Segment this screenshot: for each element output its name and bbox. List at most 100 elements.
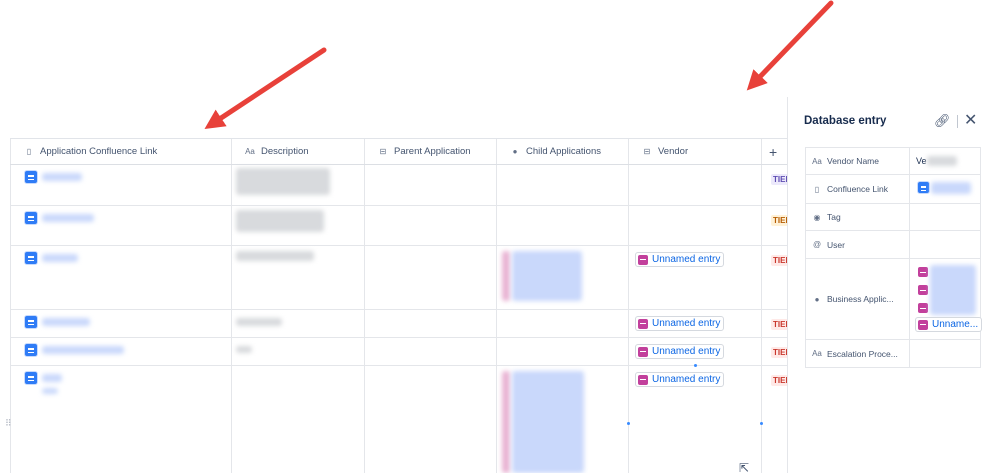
- page-icon: [917, 181, 930, 194]
- database-entry-icon: [918, 285, 928, 295]
- business-application-chip[interactable]: Unname...: [915, 317, 983, 332]
- tag-value[interactable]: [910, 204, 980, 230]
- redacted-link[interactable]: [42, 346, 124, 354]
- field-label: User: [827, 239, 845, 250]
- redacted-link[interactable]: [42, 374, 62, 382]
- cell-resize-dot[interactable]: [694, 364, 697, 367]
- field-label: Vendor Name: [827, 156, 879, 166]
- database-entry-icon: [918, 267, 928, 277]
- field-label: Confluence Link: [827, 184, 888, 194]
- page-icon[interactable]: [24, 170, 38, 184]
- plus-icon: +: [769, 143, 778, 160]
- relation-icon: ⊟: [379, 147, 387, 156]
- text-icon: Aa: [812, 156, 822, 166]
- vendor-chip[interactable]: Unnamed entry: [635, 316, 725, 331]
- vendor-chip[interactable]: Unnamed entry: [635, 252, 725, 267]
- redacted-link[interactable]: [42, 388, 58, 394]
- redacted-child-chips[interactable]: [512, 251, 582, 301]
- field-label-cell: ▯ Confluence Link: [806, 175, 910, 203]
- field-label-cell: Aa Escalation Proce...: [806, 340, 910, 367]
- relation-icon: ⊟: [643, 147, 651, 156]
- page-icon: ▯: [26, 147, 32, 156]
- redacted-child-chips[interactable]: [502, 371, 510, 473]
- cell-resize-dot[interactable]: [627, 422, 630, 425]
- redacted-child-chips[interactable]: [502, 251, 510, 301]
- redacted-description: [236, 318, 282, 326]
- page-icon: ▯: [814, 184, 820, 194]
- column-header-label: Application Confluence Link: [40, 146, 158, 157]
- vendor-chip[interactable]: Unnamed entry: [635, 372, 725, 387]
- cell-resize-dot[interactable]: [760, 422, 763, 425]
- redacted-child-chips[interactable]: [512, 371, 584, 473]
- redacted-link[interactable]: [42, 173, 82, 181]
- database-table: ▯ Application Confluence Link Aa Descrip…: [10, 138, 794, 473]
- redacted-description: [236, 251, 314, 261]
- right-arrow: [746, 0, 834, 91]
- redacted-link[interactable]: [931, 182, 971, 194]
- vendor-chip-label: Unnamed entry: [652, 346, 721, 357]
- field-row-user: @ User: [806, 231, 980, 259]
- vendor-chip-label: Unnamed entry: [652, 318, 721, 329]
- database-entry-icon: [638, 374, 648, 385]
- entry-fields-table: Aa Vendor Name Ve ▯ Confluence Link ◉ Ta…: [805, 147, 983, 368]
- redacted-link[interactable]: [42, 214, 94, 222]
- text-icon: Aa: [245, 147, 255, 156]
- page-icon[interactable]: [24, 251, 38, 265]
- grid-line: [496, 138, 497, 473]
- back-relation-icon: ●: [814, 294, 820, 304]
- column-header-label: Parent Application: [394, 146, 471, 157]
- redacted-description: [236, 210, 324, 232]
- vendor-chip[interactable]: Unnamed entry: [635, 344, 725, 359]
- database-entry-icon: [918, 303, 928, 313]
- redacted-link[interactable]: [42, 318, 90, 326]
- user-value[interactable]: [910, 231, 980, 258]
- mouse-cursor-icon: ⇱: [739, 461, 750, 473]
- at-icon: @: [812, 240, 822, 249]
- database-entry-icon: [638, 346, 648, 357]
- field-label: Tag: [827, 212, 841, 222]
- vendor-name-value[interactable]: Ve: [910, 148, 980, 174]
- field-row-business-applications: ● Business Applic... Unname...: [806, 259, 983, 340]
- page-icon[interactable]: [24, 343, 38, 357]
- grid-line: [364, 138, 365, 473]
- close-icon[interactable]: ✕: [964, 110, 977, 130]
- field-label-cell: Aa Vendor Name: [806, 148, 910, 174]
- add-column-button[interactable]: +: [761, 138, 787, 165]
- redacted-link[interactable]: [42, 254, 78, 262]
- column-header-vendor[interactable]: ⊟ Vendor: [628, 138, 761, 165]
- page-icon[interactable]: [24, 315, 38, 329]
- page-icon[interactable]: [24, 211, 38, 225]
- field-row-escalation-process: Aa Escalation Proce...: [806, 340, 980, 367]
- escalation-process-value[interactable]: [910, 340, 980, 367]
- link-icon[interactable]: 🔗︎: [934, 113, 951, 129]
- text-icon: Aa: [812, 349, 822, 358]
- column-header-label: Vendor: [658, 146, 689, 157]
- redacted-value: [927, 156, 957, 166]
- database-entry-panel: Database entry 🔗︎ ✕ Aa Vendor Name Ve ▯ …: [787, 97, 999, 473]
- tag-icon: ◉: [813, 212, 821, 222]
- chip-label: Unname...: [932, 319, 979, 330]
- column-header-label: Description: [261, 146, 309, 157]
- column-header-confluence-link[interactable]: ▯ Application Confluence Link: [10, 138, 231, 165]
- row-drag-handle[interactable]: ⠿: [5, 418, 12, 429]
- vendor-name-text: Ve: [916, 156, 927, 166]
- database-entry-icon: [638, 254, 648, 265]
- field-row-vendor-name: Aa Vendor Name Ve: [806, 148, 980, 175]
- back-relation-icon: ●: [512, 147, 518, 156]
- field-label-cell: ◉ Tag: [806, 204, 910, 230]
- left-arrow: [204, 47, 327, 129]
- business-applications-value[interactable]: Unname...: [910, 259, 983, 339]
- row-divider: [10, 309, 787, 310]
- row-divider: [10, 205, 787, 206]
- column-header-child-applications[interactable]: ● Child Applications: [496, 138, 628, 165]
- panel-title: Database entry: [804, 115, 887, 127]
- confluence-link-value[interactable]: [910, 175, 980, 203]
- field-label: Business Applic...: [827, 294, 894, 304]
- field-label: Escalation Proce...: [827, 348, 898, 359]
- page-icon[interactable]: [24, 371, 38, 385]
- column-header-label: Child Applications: [526, 146, 601, 157]
- column-header-description[interactable]: Aa Description: [231, 138, 364, 165]
- column-header-parent-application[interactable]: ⊟ Parent Application: [364, 138, 496, 165]
- grid-line: [231, 138, 232, 473]
- redacted-chips[interactable]: [930, 265, 976, 315]
